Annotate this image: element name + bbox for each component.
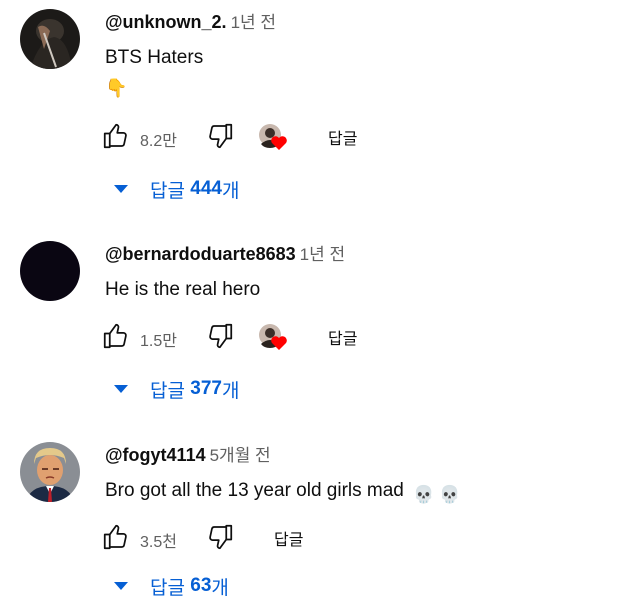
caret-down-icon — [114, 385, 128, 393]
view-replies-button[interactable]: 답글 377 개 — [112, 375, 239, 403]
thumb-down-icon — [209, 524, 233, 550]
thumb-down-icon — [209, 323, 233, 349]
like-button[interactable] — [100, 120, 132, 152]
like-count: 8.2만 — [140, 133, 177, 150]
creator-heart-icon — [259, 124, 287, 150]
replies-label: 답글 — [150, 180, 185, 202]
reply-button[interactable]: 답글 — [328, 125, 357, 149]
timestamp[interactable]: 1년 전 — [231, 13, 276, 32]
replies-suffix: 개 — [221, 380, 240, 402]
like-count: 1.5만 — [140, 333, 177, 350]
comment-text: He is the real hero — [105, 279, 261, 300]
view-replies-button[interactable]: 답글 63 개 — [112, 572, 229, 600]
creator-hearted-badge[interactable] — [258, 122, 288, 152]
comment-header: @unknown_2. 1년 전 — [105, 11, 276, 34]
replies-count: 444 — [190, 178, 222, 199]
dislike-button[interactable] — [204, 521, 236, 553]
caret-down-icon — [114, 185, 128, 193]
replies-label: 답글 — [150, 577, 185, 599]
replies-count: 63 — [190, 575, 212, 596]
comment-actions: 1.5만 답글 — [100, 320, 500, 354]
skull-emoji: 💀 💀 — [413, 485, 461, 504]
replies-suffix: 개 — [211, 577, 229, 599]
comment-header: @fogyt4114 5개월 전 — [105, 444, 271, 467]
thumb-down-icon — [209, 123, 233, 149]
comment-text-line: Bro got all the 13 year old girls mad — [105, 480, 404, 501]
avatar[interactable] — [20, 9, 80, 69]
thumb-up-icon — [103, 323, 127, 349]
like-button[interactable] — [100, 320, 132, 352]
avatar[interactable] — [20, 241, 80, 301]
dislike-button[interactable] — [204, 120, 236, 152]
replies-count: 377 — [190, 378, 222, 399]
view-replies-button[interactable]: 답글 444 개 — [112, 175, 239, 203]
like-count: 3.5천 — [140, 534, 177, 551]
author-name[interactable]: @fogyt4114 — [105, 445, 206, 465]
like-button[interactable] — [100, 521, 132, 553]
creator-hearted-badge[interactable] — [258, 322, 288, 352]
comment-actions: 3.5천 답글 — [100, 521, 500, 555]
dislike-button[interactable] — [204, 320, 236, 352]
thumb-up-icon — [103, 123, 127, 149]
author-name[interactable]: @bernardoduarte8683 — [105, 244, 296, 264]
comment-text: Bro got all the 13 year old girls mad 💀 … — [105, 479, 460, 507]
reply-button[interactable]: 답글 — [328, 325, 357, 349]
comment-text-line: BTS Haters — [105, 47, 204, 68]
thumb-up-icon — [103, 524, 127, 550]
point-down-emoji: 👇 — [105, 78, 128, 98]
timestamp[interactable]: 1년 전 — [300, 245, 345, 264]
comment-header: @bernardoduarte8683 1년 전 — [105, 243, 345, 266]
creator-heart-icon — [259, 324, 287, 350]
author-name[interactable]: @unknown_2. — [105, 12, 227, 32]
caret-down-icon — [114, 582, 128, 590]
comment-thread: @bernardoduarte8683 1년 전 He is the real h… — [0, 241, 633, 411]
replies-suffix: 개 — [221, 180, 240, 202]
timestamp[interactable]: 5개월 전 — [210, 446, 271, 465]
replies-label: 답글 — [150, 380, 185, 402]
comment-thread: @fogyt4114 5개월 전 Bro got all the 13 year … — [0, 442, 633, 612]
avatar[interactable] — [20, 442, 80, 502]
comment-text: BTS Haters 👇 — [105, 46, 203, 100]
comment-actions: 8.2만 답글 — [100, 120, 500, 154]
comment-emoji-line: 👇 — [105, 76, 203, 100]
reply-button[interactable]: 답글 — [274, 526, 303, 550]
comment-thread: @unknown_2. 1년 전 BTS Haters 👇 8.2만 답글 답글… — [0, 9, 633, 209]
